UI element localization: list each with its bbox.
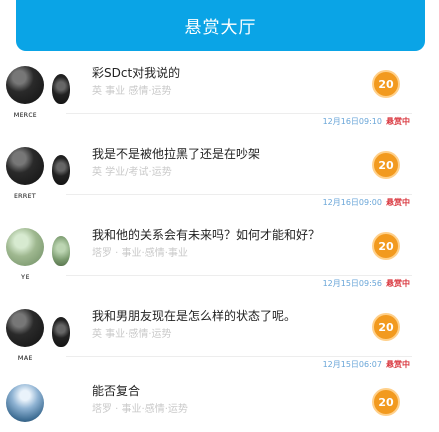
question-tags: 英 学业/考试·运势 xyxy=(92,167,172,178)
question-tags: 英 事业 感情·运势 xyxy=(92,86,172,97)
user-badge-icon xyxy=(52,155,70,185)
divider xyxy=(66,275,412,276)
avatar-container[interactable]: ᴍᴀᴇ xyxy=(6,303,44,365)
item-meta: 12月16日09:10 悬赏中 xyxy=(290,116,410,127)
item-meta: 12月15日06:07 悬赏中 xyxy=(290,359,410,370)
question-tags: 塔罗 · 事业·感情·运势 xyxy=(92,404,188,415)
question-title[interactable]: 我和他的关系会有未来吗？如何才能和好？ xyxy=(92,226,372,243)
post-time: 12月15日06:07 xyxy=(322,360,382,369)
status-badge: 悬赏中 xyxy=(386,198,410,207)
avatar-container[interactable]: ᴍᴇʀᴄᴇ xyxy=(6,60,44,122)
divider xyxy=(66,356,412,357)
avatar-name: ʏᴇ xyxy=(20,272,30,281)
user-badge-icon xyxy=(52,317,70,347)
post-time: 12月16日09:00 xyxy=(322,198,382,207)
status-badge: 悬赏中 xyxy=(386,360,410,369)
item-meta: 12月16日09:00 悬赏中 xyxy=(290,197,410,208)
reward-coin-icon: 20 xyxy=(372,313,400,341)
avatar[interactable] xyxy=(6,147,44,185)
reward-coin-icon: 20 xyxy=(372,232,400,260)
avatar-container[interactable] xyxy=(6,378,44,432)
avatar-container[interactable]: ᴇʀʀᴇᴛ xyxy=(6,141,44,203)
reward-coin-icon: 20 xyxy=(372,70,400,98)
list-item[interactable]: 能否复合 塔罗 · 事业·感情·运势 20 xyxy=(0,378,439,432)
avatar[interactable] xyxy=(6,228,44,266)
question-title[interactable]: 我是不是被他拉黑了还是在吵架 xyxy=(92,145,372,162)
question-tags: 塔罗 · 事业·感情·事业 xyxy=(92,248,188,259)
list-item[interactable]: ᴍᴇʀᴄᴇ 彩SDct对我说的 英 事业 感情·运势 20 12月16日09:1… xyxy=(0,60,439,140)
avatar-container[interactable]: ʏᴇ xyxy=(6,222,44,284)
status-badge: 悬赏中 xyxy=(386,117,410,126)
page-title: 悬赏大厅 xyxy=(184,18,257,38)
item-meta: 12月15日09:56 悬赏中 xyxy=(290,278,410,289)
list-item[interactable]: ᴇʀʀᴇᴛ 我是不是被他拉黑了还是在吵架 英 学业/考试·运势 20 12月16… xyxy=(0,141,439,221)
post-time: 12月16日09:10 xyxy=(322,117,382,126)
divider xyxy=(66,113,412,114)
avatar[interactable] xyxy=(6,309,44,347)
header-bar: 悬赏大厅 xyxy=(16,0,425,51)
user-badge-icon xyxy=(52,74,70,104)
list-item[interactable]: ʏᴇ 我和他的关系会有未来吗？如何才能和好？ 塔罗 · 事业·感情·事业 20 … xyxy=(0,222,439,302)
question-title[interactable]: 我和男朋友现在是怎么样的状态了呢。 xyxy=(92,307,372,324)
avatar[interactable] xyxy=(6,384,44,422)
list-item[interactable]: ᴍᴀᴇ 我和男朋友现在是怎么样的状态了呢。 英 事业·感情·运势 20 12月1… xyxy=(0,303,439,383)
question-title[interactable]: 彩SDct对我说的 xyxy=(92,64,372,81)
avatar-name: ᴍᴀᴇ xyxy=(17,353,33,362)
reward-coin-icon: 20 xyxy=(372,151,400,179)
post-time: 12月15日09:56 xyxy=(322,279,382,288)
question-title[interactable]: 能否复合 xyxy=(92,382,372,399)
avatar[interactable] xyxy=(6,66,44,104)
user-badge-icon xyxy=(52,236,70,266)
status-badge: 悬赏中 xyxy=(386,279,410,288)
reward-coin-icon: 20 xyxy=(372,388,400,416)
question-tags: 英 事业·感情·运势 xyxy=(92,329,172,340)
divider xyxy=(66,194,412,195)
avatar-name: ᴇʀʀᴇᴛ xyxy=(13,191,37,200)
avatar-name: ᴍᴇʀᴄᴇ xyxy=(13,110,37,119)
